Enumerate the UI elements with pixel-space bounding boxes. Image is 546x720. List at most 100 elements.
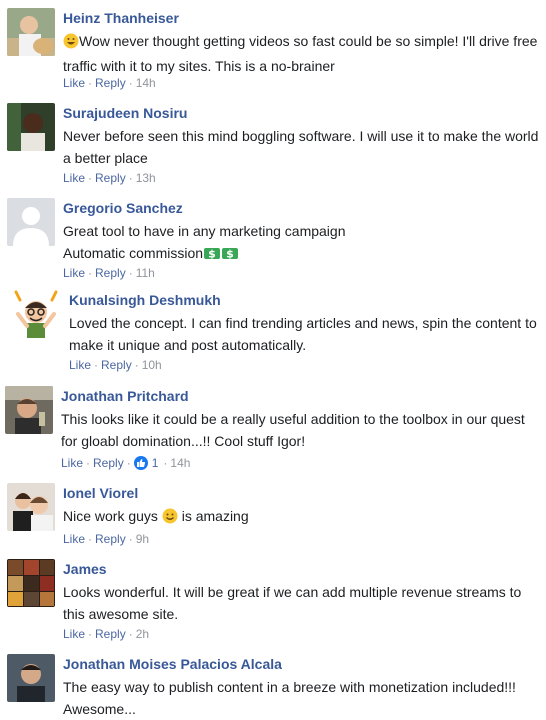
comment-line: Never before seen this mind boggling sof…	[63, 128, 539, 144]
comment-text: Wow never thought getting videos so fast…	[63, 30, 537, 77]
commenter-name[interactable]: Jonathan Moises Palacios Alcala	[63, 656, 282, 672]
comment-actions: Like · Reply · 14h	[63, 76, 156, 90]
commenter-name[interactable]: Gregorio Sanchez	[63, 200, 183, 216]
comment-actions: Like · Reply · 13h	[63, 171, 156, 185]
profile-photo-icon	[7, 103, 55, 151]
separator: ·	[128, 171, 133, 185]
like-link[interactable]: Like	[63, 532, 85, 546]
profile-photo-icon	[7, 654, 55, 702]
money-bag-icon: $	[221, 245, 239, 267]
timestamp[interactable]: 14h	[170, 456, 190, 470]
comment-text: Nice work guys is amazing	[63, 505, 249, 530]
reply-link[interactable]: Reply	[95, 627, 126, 641]
commenter-name[interactable]: James	[63, 561, 107, 577]
separator: ·	[163, 456, 168, 470]
comment-actions: Like · Reply · 2h	[63, 627, 149, 641]
reaction-count[interactable]: 1	[133, 456, 159, 470]
svg-text:$: $	[208, 248, 216, 261]
cartoon-avatar-icon	[12, 290, 60, 338]
comment-line: Awesome...	[63, 701, 136, 717]
reaction-number: 1	[151, 456, 159, 470]
comment-text: This looks like it could be a really use…	[61, 408, 525, 452]
timestamp[interactable]: 9h	[136, 532, 149, 546]
separator: ·	[88, 171, 93, 185]
commenter-name[interactable]: Surajudeen Nosiru	[63, 105, 187, 121]
separator: ·	[128, 532, 133, 546]
separator: ·	[134, 358, 139, 372]
separator: ·	[128, 76, 133, 90]
separator: ·	[126, 456, 131, 470]
comment-text: Great tool to have in any marketing camp…	[63, 220, 346, 267]
like-link[interactable]: Like	[61, 456, 83, 470]
comment-actions: Like · Reply · 10h	[69, 358, 162, 372]
reply-link[interactable]: Reply	[95, 171, 126, 185]
reply-link[interactable]: Reply	[95, 266, 126, 280]
like-link[interactable]: Like	[63, 76, 85, 90]
separator: ·	[128, 627, 133, 641]
comment-line: This looks like it could be a really use…	[61, 411, 525, 427]
default-profile-icon	[7, 198, 55, 246]
like-link[interactable]: Like	[63, 171, 85, 185]
comment-line: traffic with it to my sites. This is a n…	[63, 58, 335, 74]
commenter-name[interactable]: Jonathan Pritchard	[61, 388, 189, 404]
avatar[interactable]	[12, 290, 60, 338]
timestamp[interactable]: 14h	[136, 76, 156, 90]
comment-line: Nice work guys	[63, 508, 158, 524]
profile-photo-icon	[7, 8, 55, 56]
timestamp[interactable]: 11h	[136, 266, 155, 280]
like-link[interactable]: Like	[69, 358, 91, 372]
comment-line: Automatic commission	[63, 245, 204, 261]
like-link[interactable]: Like	[63, 627, 85, 641]
comment-actions: Like · Reply · 9h	[63, 532, 149, 546]
comment-line: Great tool to have in any marketing camp…	[63, 223, 346, 239]
grinning-emoji-icon	[63, 33, 79, 55]
reply-link[interactable]: Reply	[93, 456, 124, 470]
comment-line: for gloabl domination...!! Cool stuff Ig…	[61, 433, 306, 449]
comment-line: Looks wonderful. It will be great if we …	[63, 584, 522, 600]
smiling-emoji-icon	[162, 508, 178, 530]
comment-line: Loved the concept. I can find trending a…	[69, 315, 537, 331]
reply-link[interactable]: Reply	[95, 532, 126, 546]
avatar[interactable]	[7, 654, 55, 702]
profile-photo-icon	[7, 483, 55, 531]
money-bag-icon: $	[203, 245, 221, 267]
comment-line: is amazing	[181, 508, 249, 524]
comment-line: a better place	[63, 150, 148, 166]
separator: ·	[128, 266, 133, 280]
commenter-name[interactable]: Ionel Viorel	[63, 485, 138, 501]
separator: ·	[86, 456, 91, 470]
photo-collage-icon	[7, 559, 55, 607]
avatar[interactable]	[7, 559, 55, 607]
comment-line: make it unique and post automatically.	[69, 337, 307, 353]
comment-line: The easy way to publish content in a bre…	[63, 679, 516, 695]
comment-text: Loved the concept. I can find trending a…	[69, 312, 537, 356]
comment-actions: Like · Reply · 11h	[63, 266, 155, 280]
avatar[interactable]	[7, 198, 55, 246]
reply-link[interactable]: Reply	[101, 358, 132, 372]
timestamp[interactable]: 2h	[136, 627, 149, 641]
thumbs-up-icon	[133, 456, 148, 470]
timestamp[interactable]: 13h	[136, 171, 156, 185]
profile-photo-icon	[5, 386, 53, 434]
separator: ·	[88, 532, 93, 546]
separator: ·	[88, 76, 93, 90]
comment-line: Wow never thought getting videos so fast…	[79, 33, 538, 49]
avatar[interactable]	[7, 483, 55, 531]
comment-text: Never before seen this mind boggling sof…	[63, 125, 538, 169]
separator: ·	[94, 358, 99, 372]
comment-text: The easy way to publish content in a bre…	[63, 676, 516, 720]
comment-text: Looks wonderful. It will be great if we …	[63, 581, 521, 625]
reply-link[interactable]: Reply	[95, 76, 126, 90]
svg-text:$: $	[226, 248, 234, 261]
like-link[interactable]: Like	[63, 266, 85, 280]
avatar[interactable]	[7, 103, 55, 151]
comment-actions: Like · Reply · 1 · 14h	[61, 456, 190, 470]
commenter-name[interactable]: Heinz Thanheiser	[63, 10, 179, 26]
separator: ·	[88, 266, 93, 280]
avatar[interactable]	[7, 8, 55, 56]
commenter-name[interactable]: Kunalsingh Deshmukh	[69, 292, 221, 308]
avatar[interactable]	[5, 386, 53, 434]
timestamp[interactable]: 10h	[142, 358, 162, 372]
separator: ·	[88, 627, 93, 641]
comment-line: this awesome site.	[63, 606, 179, 622]
